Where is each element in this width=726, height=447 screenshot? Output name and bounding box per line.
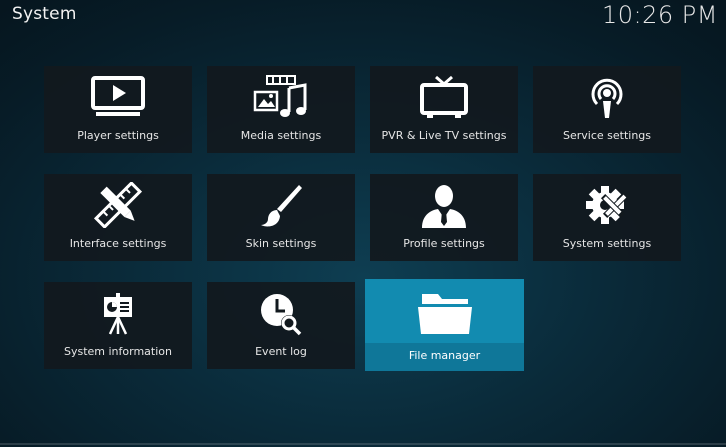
tile-label: Event log [255, 345, 307, 358]
tile-label: System information [63, 345, 172, 358]
monitor-play-icon [88, 74, 148, 120]
tile-label: Player settings [77, 129, 159, 142]
tile-label: Media settings [240, 129, 322, 142]
tile-skin-settings[interactable]: Skin settings [207, 174, 355, 261]
page-title: System [12, 4, 77, 24]
user-profile-icon [414, 182, 474, 228]
clock-search-icon [251, 290, 311, 336]
pencil-ruler-icon [88, 182, 148, 228]
folder-icon [410, 285, 480, 341]
tile-pvr-live-tv-settings[interactable]: PVR & Live TV settings [370, 66, 518, 153]
tile-interface-settings[interactable]: Interface settings [44, 174, 192, 261]
tile-label: Profile settings [403, 237, 485, 250]
tile-event-log[interactable]: Event log [207, 282, 355, 369]
tile-service-settings[interactable]: Service settings [533, 66, 681, 153]
tile-label: PVR & Live TV settings [381, 129, 507, 142]
tile-profile-settings[interactable]: Profile settings [370, 174, 518, 261]
tile-label: File manager [408, 349, 481, 362]
tile-player-settings[interactable]: Player settings [44, 66, 192, 153]
podcast-icon [577, 74, 637, 120]
top-bar: System 10:26 PM [0, 0, 726, 40]
tile-media-settings[interactable]: Media settings [207, 66, 355, 153]
tile-label: Interface settings [69, 237, 167, 250]
paintbrush-icon [251, 182, 311, 228]
presentation-board-icon [88, 290, 148, 336]
bottom-divider [0, 443, 726, 445]
clock: 10:26 PM [602, 1, 718, 29]
tile-label: Skin settings [245, 237, 317, 250]
gear-wrench-icon [577, 182, 637, 228]
tile-label: Service settings [562, 129, 652, 142]
tv-antenna-icon [414, 74, 474, 120]
tile-label: System settings [562, 237, 652, 250]
tile-system-settings[interactable]: System settings [533, 174, 681, 261]
tile-system-information[interactable]: System information [44, 282, 192, 369]
tile-file-manager[interactable]: File manager [365, 279, 524, 371]
media-icon [251, 74, 311, 120]
